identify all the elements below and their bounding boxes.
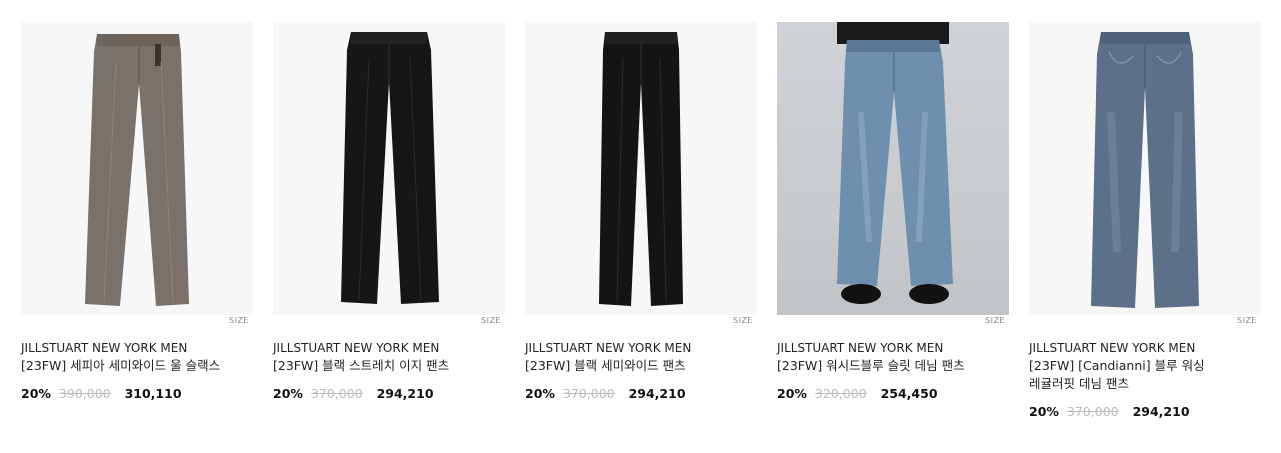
product-image[interactable] <box>777 22 1009 315</box>
trousers-image-icon <box>85 34 189 306</box>
size-tag[interactable]: SIZE <box>229 316 249 325</box>
original-price: 390,000 <box>58 386 111 401</box>
product-brand[interactable]: JILLSTUART NEW YORK MEN <box>1029 339 1261 357</box>
product-card[interactable]: SIZE JILLSTUART NEW YORK MEN [23FW] 블랙 스… <box>273 22 505 403</box>
product-brand[interactable]: JILLSTUART NEW YORK MEN <box>21 339 253 357</box>
price-row: 20% 370,000 294,210 <box>1029 403 1261 421</box>
trousers-image-icon <box>341 32 439 304</box>
product-name[interactable]: [23FW] 세피아 세미와이드 울 슬랙스 <box>21 357 233 375</box>
price-row: 20% 390,000 310,110 <box>21 385 253 403</box>
product-image[interactable] <box>273 22 505 315</box>
product-name[interactable]: [23FW] 블랙 스트레치 이지 팬츠 <box>273 357 485 375</box>
product-card[interactable]: SIZE JILLSTUART NEW YORK MEN [23FW] 블랙 세… <box>525 22 757 403</box>
price-row: 20% 370,000 294,210 <box>525 385 757 403</box>
discount-rate: 20% <box>21 386 51 401</box>
discount-rate: 20% <box>1029 404 1059 419</box>
product-card[interactable]: SIZE JILLSTUART NEW YORK MEN [23FW] 세피아 … <box>21 22 253 403</box>
product-image[interactable] <box>1029 22 1261 315</box>
sale-price: 254,450 <box>880 386 938 401</box>
original-price: 370,000 <box>1066 404 1119 419</box>
product-name[interactable]: [23FW] 워시드블루 슬릿 데님 팬츠 <box>777 357 989 375</box>
product-image[interactable] <box>525 22 757 315</box>
product-brand[interactable]: JILLSTUART NEW YORK MEN <box>777 339 1009 357</box>
sale-price: 294,210 <box>376 386 434 401</box>
size-tag[interactable]: SIZE <box>733 316 753 325</box>
product-name[interactable]: [23FW] 블랙 세미와이드 팬츠 <box>525 357 737 375</box>
size-tag[interactable]: SIZE <box>481 316 501 325</box>
discount-rate: 20% <box>525 386 555 401</box>
original-price: 370,000 <box>562 386 615 401</box>
discount-rate: 20% <box>273 386 303 401</box>
product-brand[interactable]: JILLSTUART NEW YORK MEN <box>273 339 505 357</box>
discount-rate: 20% <box>777 386 807 401</box>
sale-price: 294,210 <box>1132 404 1190 419</box>
price-row: 20% 320,000 254,450 <box>777 385 1009 403</box>
original-price: 370,000 <box>310 386 363 401</box>
model-jeans-image-icon <box>837 22 953 304</box>
size-tag[interactable]: SIZE <box>1237 316 1257 325</box>
price-row: 20% 370,000 294,210 <box>273 385 505 403</box>
sale-price: 310,110 <box>124 386 182 401</box>
product-card[interactable]: SIZE JILLSTUART NEW YORK MEN [23FW] [Can… <box>1029 22 1261 421</box>
product-card[interactable]: SIZE JILLSTUART NEW YORK MEN [23FW] 워시드블… <box>777 22 1009 403</box>
size-tag[interactable]: SIZE <box>985 316 1005 325</box>
product-name[interactable]: [23FW] [Candianni] 블루 워싱 레귤러핏 데님 팬츠 <box>1029 357 1241 393</box>
product-grid: SIZE JILLSTUART NEW YORK MEN [23FW] 세피아 … <box>0 0 1281 453</box>
sale-price: 294,210 <box>628 386 686 401</box>
trousers-image-icon <box>599 32 683 306</box>
jeans-image-icon <box>1091 32 1199 308</box>
product-brand[interactable]: JILLSTUART NEW YORK MEN <box>525 339 757 357</box>
product-image[interactable] <box>21 22 253 315</box>
original-price: 320,000 <box>814 386 867 401</box>
